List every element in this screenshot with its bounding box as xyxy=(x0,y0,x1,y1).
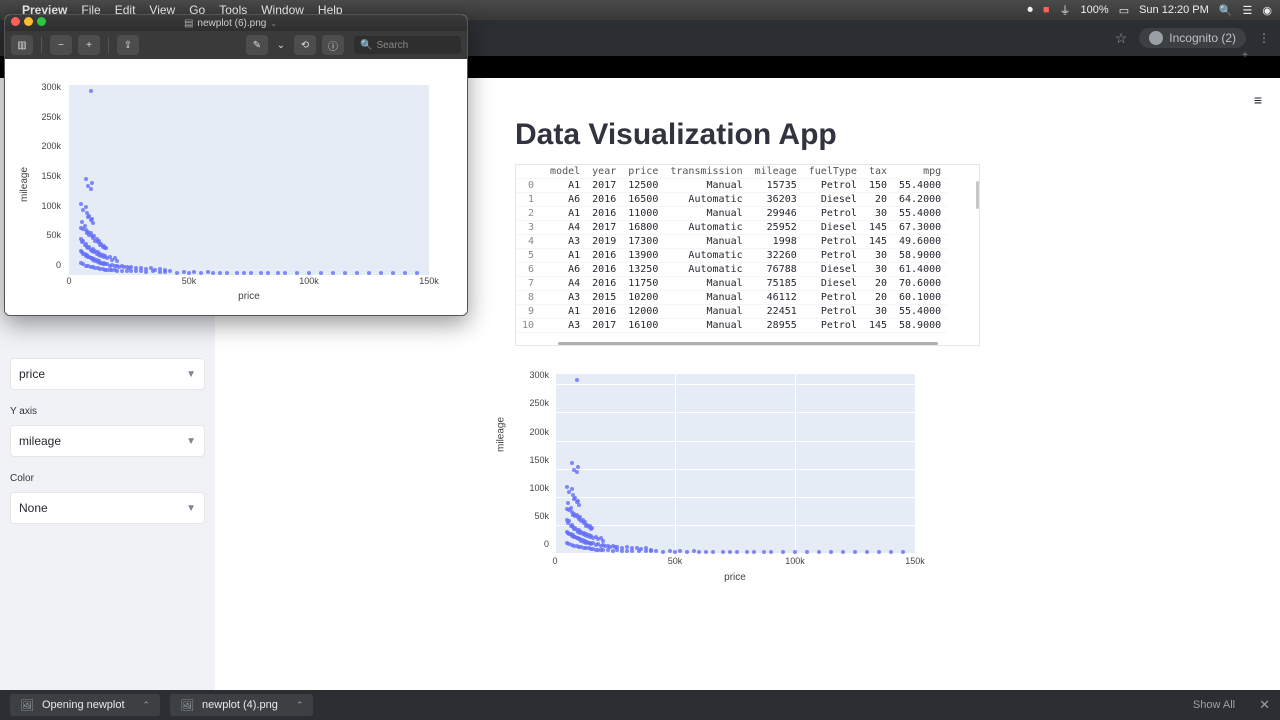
xaxis-select[interactable]: price ▼ xyxy=(10,358,205,390)
clock[interactable]: Sun 12:20 PM xyxy=(1139,4,1209,16)
table-row[interactable]: 6A6201613250Automatic76788Diesel3061.400… xyxy=(516,263,947,277)
siri-icon[interactable]: ◉ xyxy=(1262,4,1272,17)
table-row[interactable]: 2A1201611000Manual29946Petrol3055.4000 xyxy=(516,207,947,221)
table-row[interactable]: 8A3201510200Manual46112Petrol2060.1000 xyxy=(516,291,947,305)
markup-caret-icon[interactable]: ⌄ xyxy=(274,35,288,55)
incognito-indicator[interactable]: Incognito (2) xyxy=(1139,28,1246,48)
chart-xlabel: price xyxy=(555,572,915,583)
battery-percent: 100% xyxy=(1081,4,1109,16)
table-row[interactable]: 7A4201611750Manual75185Diesel2070.6000 xyxy=(516,277,947,291)
markup-toolbar-icon[interactable]: ⓘ xyxy=(322,35,344,55)
preview-toolbar: ▥ − + ⇪ ✎ ⌄ ⟲ ⓘ 🔍 Search xyxy=(5,31,467,59)
close-icon[interactable]: ✕ xyxy=(1259,697,1270,713)
chart-ylabel: mileage xyxy=(496,417,507,452)
share-icon[interactable]: ⇪ xyxy=(117,35,139,55)
zoom-out-icon[interactable]: − xyxy=(50,35,72,55)
rotate-icon[interactable]: ⟲ xyxy=(294,35,316,55)
document-icon: ▤ xyxy=(184,18,193,29)
color-select[interactable]: None ▼ xyxy=(10,492,205,524)
table-row[interactable]: 4A3201917300Manual1998Petrol14549.6000 xyxy=(516,235,947,249)
controlcenter-icon[interactable]: ☰ xyxy=(1243,4,1253,17)
table-header: model xyxy=(544,165,586,179)
zoom-in-icon[interactable]: + xyxy=(78,35,100,55)
markup-pencil-icon[interactable]: ✎ xyxy=(246,35,268,55)
horizontal-scrollbar[interactable] xyxy=(558,342,938,345)
download-shelf: 🖼 Opening newplot ⌃ 🖼 newplot (4).png ⌃ … xyxy=(0,690,1280,720)
xaxis-value: price xyxy=(19,367,45,381)
table-row[interactable]: 9A1201612000Manual22451Petrol3055.4000 xyxy=(516,305,947,319)
app-hamburger-icon[interactable]: ≡ xyxy=(1254,92,1262,108)
download-showall[interactable]: Show All xyxy=(1193,699,1235,711)
download-item-done[interactable]: 🖼 newplot (4).png ⌃ xyxy=(170,694,313,716)
color-value: None xyxy=(19,501,48,515)
yaxis-select[interactable]: mileage ▼ xyxy=(10,425,205,457)
window-traffic-lights[interactable] xyxy=(11,17,50,29)
battery-icon: ▭ xyxy=(1119,4,1129,17)
screenrec-icon[interactable]: ⏺ xyxy=(1027,4,1033,17)
browser-menu-icon[interactable]: ⋮ xyxy=(1258,31,1270,45)
table-header: transmission xyxy=(664,165,748,179)
page-title: Data Visualization App xyxy=(515,118,1260,152)
download-item-opening[interactable]: 🖼 Opening newplot ⌃ xyxy=(10,694,160,716)
chevron-down-icon: ▼ xyxy=(186,436,196,447)
table-row[interactable]: 0A1201712500Manual15735Petrol15055.4000 xyxy=(516,179,947,193)
document-icon: 🖼 xyxy=(20,699,34,712)
wifi-icon[interactable]: ⏚ xyxy=(1060,2,1071,18)
table-header: mpg xyxy=(893,165,947,179)
dropdown-caret-icon[interactable]: ⌄ xyxy=(270,19,277,28)
dataframe[interactable]: modelyearpricetransmissionmileagefuelTyp… xyxy=(515,164,980,346)
table-row[interactable]: 10A3201716100Manual28955Petrol14558.9000 xyxy=(516,319,947,333)
chevron-down-icon: ▼ xyxy=(186,503,196,514)
incognito-label: Incognito (2) xyxy=(1169,31,1236,45)
spotlight-icon[interactable]: 🔍 xyxy=(1219,4,1233,17)
document-icon: 🖼 xyxy=(180,699,194,712)
table-row[interactable]: 5A1201613900Automatic32260Petrol3058.900… xyxy=(516,249,947,263)
pw-chart-xlabel: price xyxy=(69,291,429,302)
table-row[interactable]: 1A6201616500Automatic36203Diesel2064.200… xyxy=(516,193,947,207)
table-header: fuelType xyxy=(803,165,863,179)
download-opening-label: Opening newplot xyxy=(42,699,125,711)
chevron-down-icon: ▼ xyxy=(186,369,196,380)
search-icon: 🔍 xyxy=(360,40,372,51)
preview-image-body: mileage 050k100k150k200k250k300k 050k100… xyxy=(5,59,467,315)
table-header: price xyxy=(622,165,664,179)
preview-search-input[interactable]: 🔍 Search xyxy=(354,36,461,54)
chevron-up-icon[interactable]: ⌃ xyxy=(143,700,151,711)
table-header: year xyxy=(586,165,622,179)
yaxis-value: mileage xyxy=(19,434,61,448)
table-header: mileage xyxy=(749,165,803,179)
bookmark-star-icon[interactable]: ☆ xyxy=(1115,30,1128,47)
preview-app-window[interactable]: ▤ newplot (6).png ⌄ ▥ − + ⇪ ✎ ⌄ ⟲ ⓘ 🔍 Sear… xyxy=(4,14,468,316)
table-header: tax xyxy=(863,165,893,179)
chevron-up-icon[interactable]: ⌃ xyxy=(296,700,304,711)
incognito-ghost-icon xyxy=(1149,31,1163,45)
sidebar-toggle-icon[interactable]: ▥ xyxy=(11,35,33,55)
download-done-label: newplot (4).png xyxy=(202,699,278,711)
preview-filename: newplot (6).png xyxy=(197,18,266,29)
stop-icon[interactable]: ■ xyxy=(1043,4,1050,16)
preview-titlebar[interactable]: ▤ newplot (6).png ⌄ xyxy=(5,15,467,31)
color-label: Color xyxy=(10,473,205,484)
vertical-scrollbar[interactable] xyxy=(976,181,979,209)
table-row[interactable]: 3A4201716800Automatic25952Diesel14567.30… xyxy=(516,221,947,235)
preview-search-placeholder: Search xyxy=(376,40,408,51)
yaxis-label: Y axis xyxy=(10,406,205,417)
scatter-chart[interactable]: 050k100k150k200k250k300k mileage 050k100… xyxy=(505,374,935,583)
cursor-crosshair-icon: + xyxy=(1242,50,1248,61)
